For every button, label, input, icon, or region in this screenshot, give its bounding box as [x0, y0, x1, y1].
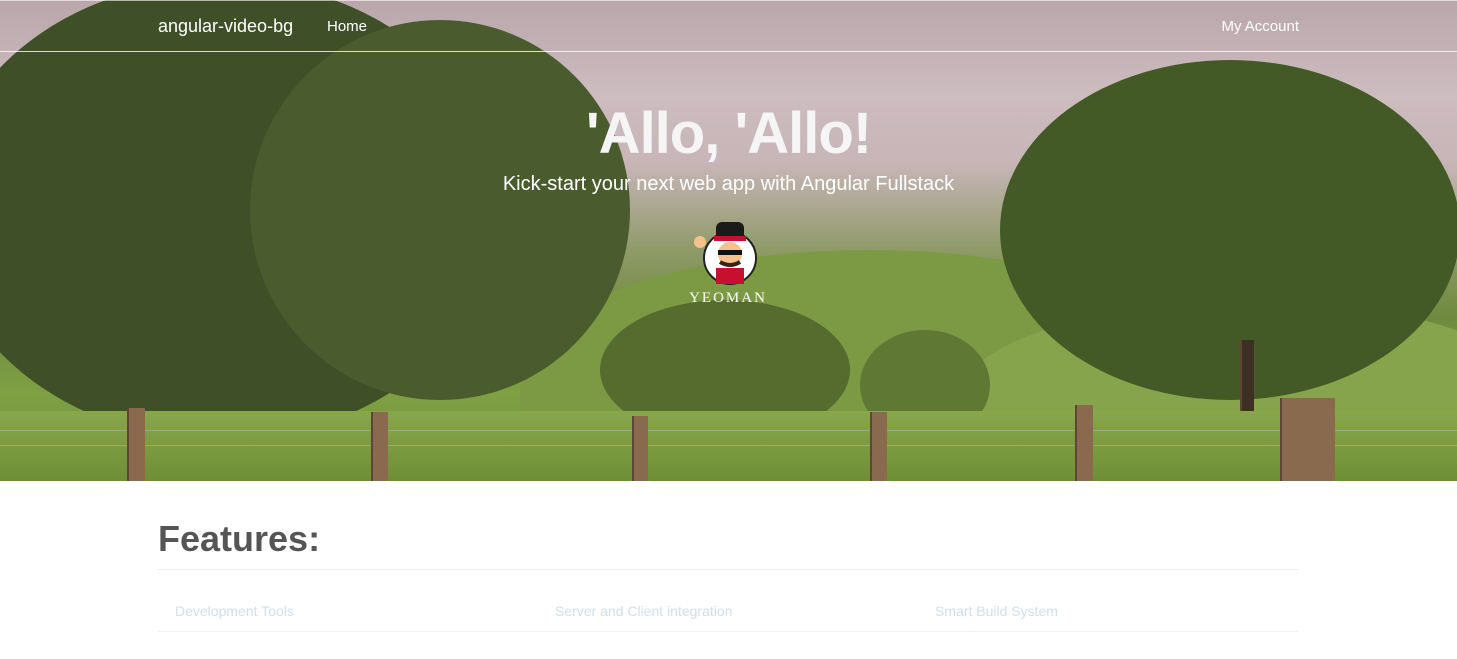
hero-video-background: 'Allo, 'Allo! Kick-start your next web a… [0, 0, 1457, 481]
navbar-brand-link[interactable]: angular-video-bg [158, 16, 293, 37]
feature-link-server-client-integration[interactable]: Server and Client integration [555, 603, 732, 619]
left-tree-canopy [250, 20, 630, 400]
feature-link-development-tools[interactable]: Development Tools [175, 603, 294, 619]
grass-field [0, 411, 1457, 481]
features-title: Features: [158, 518, 321, 559]
hero-headline: 'Allo, 'Allo! [585, 101, 872, 166]
hero-lead: Kick-start your next web app with Angula… [502, 173, 955, 195]
divider [158, 631, 1298, 632]
yeoman-logo-text: YEOMAN [689, 290, 767, 306]
nav-my-account-link[interactable]: My Account [1221, 18, 1299, 35]
yeoman-logo: YEOMAN [678, 220, 778, 308]
fence-wire [0, 445, 1457, 446]
fence-wire [0, 430, 1457, 431]
divider [158, 569, 1298, 570]
fence-post [127, 408, 145, 481]
fence-post [632, 416, 648, 481]
top-navbar: angular-video-bg Home My Account [0, 0, 1457, 52]
yeoman-mascot-icon [694, 222, 757, 285]
nav-home-link[interactable]: Home [327, 18, 367, 35]
feature-link-smart-build-system[interactable]: Smart Build System [935, 603, 1058, 619]
fence-post [1280, 398, 1335, 481]
fence-post [371, 412, 388, 481]
fence-post [870, 412, 887, 481]
fence-post [1075, 405, 1093, 481]
